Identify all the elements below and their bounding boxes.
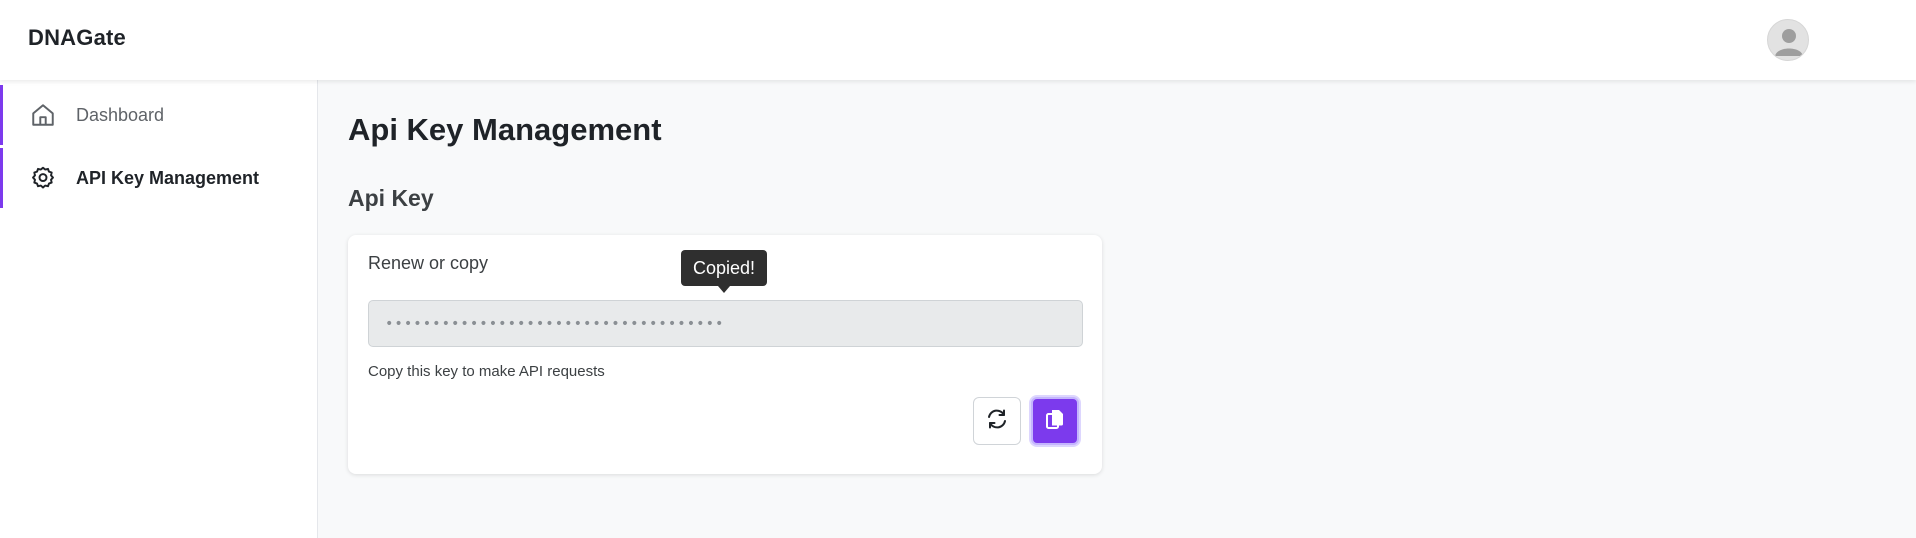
sidebar: Dashboard API Key Management [0, 80, 318, 538]
brand-logo[interactable]: DNAGate [28, 25, 126, 51]
renew-key-button[interactable] [973, 397, 1021, 445]
gear-icon [30, 165, 56, 191]
user-avatar-icon[interactable] [1767, 19, 1809, 61]
refresh-icon [985, 407, 1009, 436]
home-icon [30, 102, 56, 128]
copy-icon [1043, 407, 1067, 436]
tooltip-text: Copied! [692, 257, 756, 278]
page-title: Api Key Management [348, 112, 662, 147]
section-title: Api Key [348, 185, 434, 211]
sidebar-item-api-key-management[interactable]: API Key Management [0, 148, 318, 208]
api-key-field[interactable] [368, 300, 1083, 347]
sidebar-item-dashboard[interactable]: Dashboard [0, 85, 318, 145]
copied-tooltip: Copied! [681, 250, 767, 293]
sidebar-item-label: Dashboard [76, 104, 165, 125]
api-key-card: Renew or copy Copied! Copy this key to m… [348, 235, 1102, 474]
top-bar: DNAGate [0, 0, 1916, 80]
copy-key-button[interactable] [1031, 397, 1079, 445]
helper-text: Copy this key to make API requests [368, 363, 605, 380]
main-content: Api Key Management Api Key Renew or copy… [318, 80, 1916, 538]
sidebar-item-label: API Key Management [76, 167, 260, 188]
card-title: Renew or copy [368, 253, 489, 273]
